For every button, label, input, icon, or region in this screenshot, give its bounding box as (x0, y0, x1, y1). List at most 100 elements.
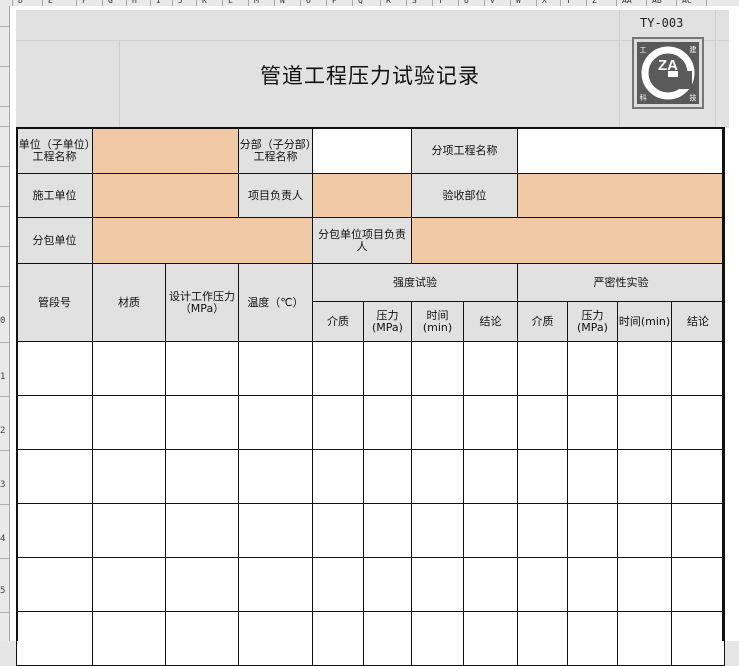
item-input[interactable] (517, 127, 725, 174)
table-cell[interactable] (671, 503, 725, 558)
acceptance-part-input[interactable] (517, 173, 725, 218)
table-cell[interactable] (617, 557, 672, 612)
table-cell[interactable] (238, 341, 313, 396)
tightness-pressure-header: 压力(MPa) (567, 301, 618, 342)
table-cell[interactable] (671, 611, 725, 666)
unit-label: 单位（子单位）工程名称 (16, 127, 93, 174)
table-cell[interactable] (363, 449, 412, 504)
table-cell[interactable] (617, 449, 672, 504)
table-cell[interactable] (165, 449, 239, 504)
table-cell[interactable] (165, 611, 239, 666)
table-cell[interactable] (463, 395, 518, 450)
table-cell[interactable] (92, 503, 166, 558)
table-cell[interactable] (312, 395, 364, 450)
table-cell[interactable] (92, 341, 166, 396)
table-cell[interactable] (238, 395, 313, 450)
table-cell[interactable] (363, 503, 412, 558)
table-cell[interactable] (617, 503, 672, 558)
table-cell[interactable] (517, 341, 568, 396)
table-row (16, 503, 725, 558)
table-cell[interactable] (671, 449, 725, 504)
table-cell[interactable] (238, 449, 313, 504)
table-cell[interactable] (238, 503, 313, 558)
table-cell[interactable] (411, 341, 464, 396)
table-cell[interactable] (567, 611, 618, 666)
tightness-time-header: 时间(min) (617, 301, 672, 342)
table-cell[interactable] (165, 557, 239, 612)
table-cell[interactable] (16, 341, 93, 396)
table-cell[interactable] (463, 341, 518, 396)
table-cell[interactable] (238, 611, 313, 666)
table-cell[interactable] (567, 557, 618, 612)
table-cell[interactable] (411, 449, 464, 504)
table-cell[interactable] (312, 503, 364, 558)
row-header-label[interactable]: 1 (0, 372, 5, 382)
svg-text:ZA: ZA (658, 57, 678, 74)
row-header-label[interactable]: 5 (0, 586, 5, 596)
table-cell[interactable] (567, 395, 618, 450)
info-row-1: 单位（子单位）工程名称 分部（子分部）工程名称 分项工程名称 (16, 127, 725, 174)
table-cell[interactable] (463, 503, 518, 558)
table-cell[interactable] (567, 341, 618, 396)
project-manager-input[interactable] (312, 173, 412, 218)
table-cell[interactable] (463, 449, 518, 504)
table-cell[interactable] (16, 557, 93, 612)
table-cell[interactable] (517, 557, 568, 612)
table-cell[interactable] (16, 449, 93, 504)
form-code: TY-003 (640, 16, 684, 30)
row-header-label[interactable]: 3 (0, 480, 5, 490)
division-input[interactable] (312, 127, 412, 174)
sub-manager-input[interactable] (411, 217, 725, 264)
table-cell[interactable] (363, 557, 412, 612)
table-cell[interactable] (671, 557, 725, 612)
table-cell[interactable] (617, 395, 672, 450)
table-cell[interactable] (463, 557, 518, 612)
table-cell[interactable] (671, 341, 725, 396)
contractor-input[interactable] (92, 173, 239, 218)
table-cell[interactable] (517, 449, 568, 504)
page-title: 管道工程压力试验记录 (260, 64, 480, 88)
table-cell[interactable] (567, 503, 618, 558)
table-cell[interactable] (165, 503, 239, 558)
table-cell[interactable] (16, 503, 93, 558)
pressure-test-form: 单位（子单位）工程名称 分部（子分部）工程名称 分项工程名称 施工单位 项目负责… (16, 127, 725, 666)
table-cell[interactable] (517, 395, 568, 450)
table-cell[interactable] (16, 395, 93, 450)
table-cell[interactable] (363, 611, 412, 666)
info-row-2: 施工单位 项目负责人 验收部位 (16, 173, 725, 218)
table-cell[interactable] (92, 449, 166, 504)
info-row-3: 分包单位 分包单位项目负责人 (16, 217, 725, 264)
table-row (16, 557, 725, 612)
table-cell[interactable] (517, 611, 568, 666)
table-cell[interactable] (312, 557, 364, 612)
row-header-label[interactable]: 0 (0, 316, 5, 326)
strength-pressure-header: 压力(MPa) (363, 301, 412, 342)
row-header-label[interactable]: 4 (0, 534, 5, 544)
table-cell[interactable] (363, 341, 412, 396)
table-cell[interactable] (363, 395, 412, 450)
table-cell[interactable] (567, 449, 618, 504)
table-cell[interactable] (517, 503, 568, 558)
table-cell[interactable] (16, 611, 93, 666)
table-cell[interactable] (617, 611, 672, 666)
table-cell[interactable] (165, 395, 239, 450)
table-cell[interactable] (312, 449, 364, 504)
table-cell[interactable] (92, 611, 166, 666)
table-cell[interactable] (411, 503, 464, 558)
table-cell[interactable] (92, 395, 166, 450)
table-cell[interactable] (312, 341, 364, 396)
table-cell[interactable] (411, 611, 464, 666)
unit-input[interactable] (92, 127, 239, 174)
col-segment-header: 管段号 (16, 263, 93, 342)
subcontractor-input[interactable] (92, 217, 313, 264)
table-cell[interactable] (671, 395, 725, 450)
table-cell[interactable] (165, 341, 239, 396)
table-cell[interactable] (617, 341, 672, 396)
table-cell[interactable] (92, 557, 166, 612)
row-header-label[interactable]: 2 (0, 426, 5, 436)
table-cell[interactable] (411, 557, 464, 612)
table-cell[interactable] (312, 611, 364, 666)
table-cell[interactable] (411, 395, 464, 450)
table-cell[interactable] (463, 611, 518, 666)
table-cell[interactable] (238, 557, 313, 612)
